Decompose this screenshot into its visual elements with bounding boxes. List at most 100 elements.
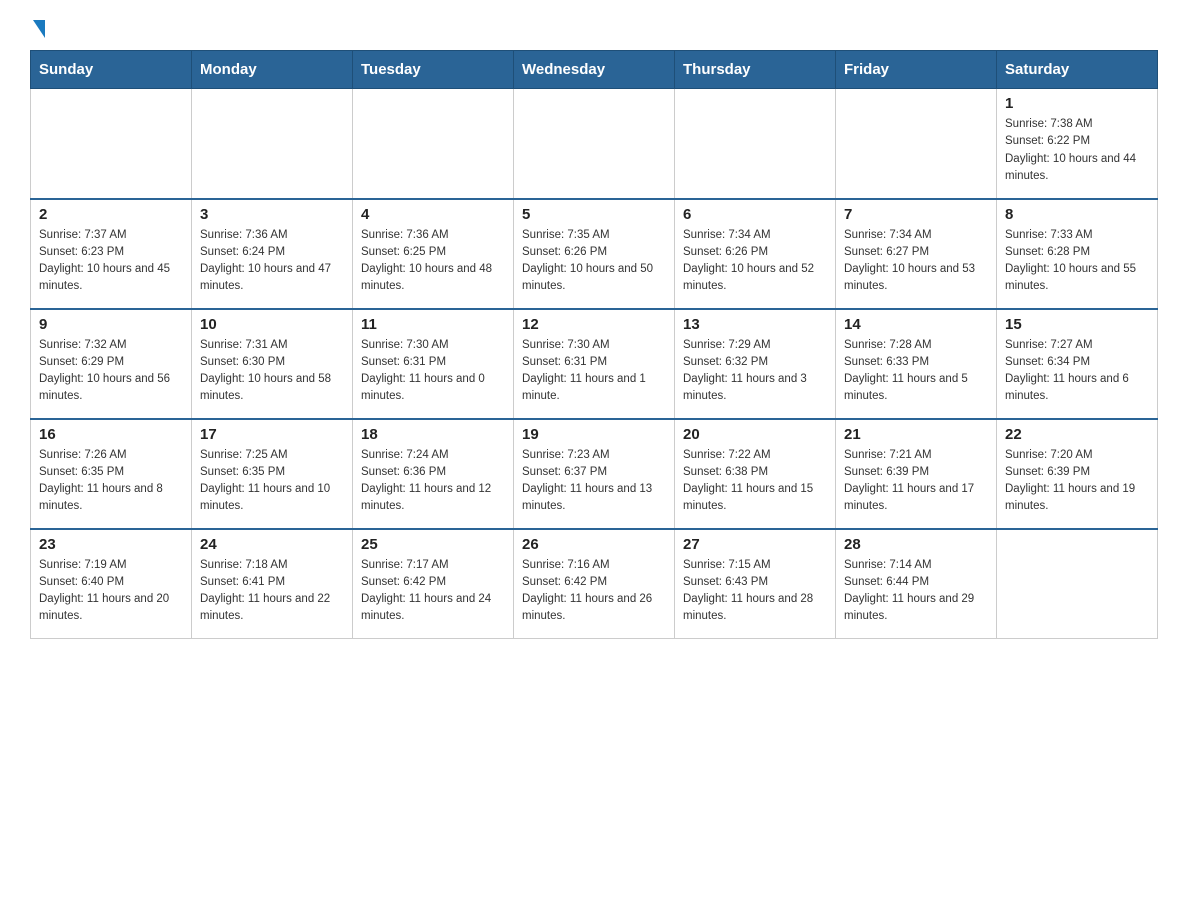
calendar-cell: 26 Sunrise: 7:16 AMSunset: 6:42 PMDayligh… — [514, 529, 675, 639]
day-number: 24 — [200, 536, 344, 553]
day-info: Sunrise: 7:21 AMSunset: 6:39 PMDaylight:… — [844, 447, 988, 516]
weekday-header-monday: Monday — [192, 51, 353, 89]
day-number: 19 — [522, 426, 666, 443]
calendar-cell: 12 Sunrise: 7:30 AMSunset: 6:31 PMDayligh… — [514, 309, 675, 419]
day-info: Sunrise: 7:32 AMSunset: 6:29 PMDaylight:… — [39, 337, 183, 406]
calendar-cell — [836, 89, 997, 199]
day-info: Sunrise: 7:14 AMSunset: 6:44 PMDaylight:… — [844, 557, 988, 626]
calendar-cell: 27Sunrise: 7:15 AMSunset: 6:43 PMDayligh… — [675, 529, 836, 639]
day-info: Sunrise: 7:36 AMSunset: 6:24 PMDaylight:… — [200, 227, 344, 296]
day-number: 18 — [361, 426, 505, 443]
calendar-cell — [353, 89, 514, 199]
day-info: Sunrise: 7:30 AMSunset: 6:31 PMDaylight:… — [361, 337, 505, 406]
calendar-cell: 18 Sunrise: 7:24 AMSunset: 6:36 PMDayligh… — [353, 419, 514, 529]
weekday-header-wednesday: Wednesday — [514, 51, 675, 89]
day-number: 2 — [39, 206, 183, 223]
calendar-cell: 11 Sunrise: 7:30 AMSunset: 6:31 PMDayligh… — [353, 309, 514, 419]
calendar-cell: 14 Sunrise: 7:28 AMSunset: 6:33 PMDayligh… — [836, 309, 997, 419]
calendar-cell: 19 Sunrise: 7:23 AMSunset: 6:37 PMDayligh… — [514, 419, 675, 529]
day-info: Sunrise: 7:16 AMSunset: 6:42 PMDaylight:… — [522, 557, 666, 626]
calendar-cell: 22 Sunrise: 7:20 AMSunset: 6:39 PMDayligh… — [997, 419, 1158, 529]
day-info: Sunrise: 7:37 AMSunset: 6:23 PMDaylight:… — [39, 227, 183, 296]
logo-arrow-icon — [33, 20, 45, 38]
day-number: 28 — [844, 536, 988, 553]
day-info: Sunrise: 7:24 AMSunset: 6:36 PMDaylight:… — [361, 447, 505, 516]
day-number: 8 — [1005, 206, 1149, 223]
day-number: 15 — [1005, 316, 1149, 333]
day-number: 6 — [683, 206, 827, 223]
week-row-2: 2 Sunrise: 7:37 AMSunset: 6:23 PMDaylight… — [31, 199, 1158, 309]
day-info: Sunrise: 7:33 AMSunset: 6:28 PMDaylight:… — [1005, 227, 1149, 296]
calendar-cell — [675, 89, 836, 199]
calendar-cell — [997, 529, 1158, 639]
day-number: 10 — [200, 316, 344, 333]
calendar-cell: 3 Sunrise: 7:36 AMSunset: 6:24 PMDaylight… — [192, 199, 353, 309]
calendar-cell: 28 Sunrise: 7:14 AMSunset: 6:44 PMDayligh… — [836, 529, 997, 639]
calendar-table: SundayMondayTuesdayWednesdayThursdayFrid… — [30, 50, 1158, 639]
calendar-cell: 10 Sunrise: 7:31 AMSunset: 6:30 PMDayligh… — [192, 309, 353, 419]
calendar-cell: 23 Sunrise: 7:19 AMSunset: 6:40 PMDayligh… — [31, 529, 192, 639]
day-number: 21 — [844, 426, 988, 443]
day-number: 3 — [200, 206, 344, 223]
day-info: Sunrise: 7:34 AMSunset: 6:26 PMDaylight:… — [683, 227, 827, 296]
calendar-cell: 24Sunrise: 7:18 AMSunset: 6:41 PMDayligh… — [192, 529, 353, 639]
day-info: Sunrise: 7:28 AMSunset: 6:33 PMDaylight:… — [844, 337, 988, 406]
day-number: 4 — [361, 206, 505, 223]
day-info: Sunrise: 7:34 AMSunset: 6:27 PMDaylight:… — [844, 227, 988, 296]
logo — [30, 20, 45, 30]
calendar-cell — [192, 89, 353, 199]
day-number: 20 — [683, 426, 827, 443]
logo-general-text — [30, 20, 45, 36]
calendar-cell: 21 Sunrise: 7:21 AMSunset: 6:39 PMDayligh… — [836, 419, 997, 529]
weekday-header-tuesday: Tuesday — [353, 51, 514, 89]
weekday-header-saturday: Saturday — [997, 51, 1158, 89]
day-info: Sunrise: 7:20 AMSunset: 6:39 PMDaylight:… — [1005, 447, 1149, 516]
day-number: 5 — [522, 206, 666, 223]
day-number: 13 — [683, 316, 827, 333]
calendar-cell: 1Sunrise: 7:38 AMSunset: 6:22 PMDaylight… — [997, 89, 1158, 199]
calendar-cell: 5Sunrise: 7:35 AMSunset: 6:26 PMDaylight… — [514, 199, 675, 309]
day-info: Sunrise: 7:26 AMSunset: 6:35 PMDaylight:… — [39, 447, 183, 516]
calendar-cell: 13 Sunrise: 7:29 AMSunset: 6:32 PMDayligh… — [675, 309, 836, 419]
day-info: Sunrise: 7:36 AMSunset: 6:25 PMDaylight:… — [361, 227, 505, 296]
day-number: 7 — [844, 206, 988, 223]
calendar-cell: 25Sunrise: 7:17 AMSunset: 6:42 PMDayligh… — [353, 529, 514, 639]
page-header — [30, 20, 1158, 30]
week-row-1: 1Sunrise: 7:38 AMSunset: 6:22 PMDaylight… — [31, 89, 1158, 199]
calendar-cell: 15 Sunrise: 7:27 AMSunset: 6:34 PMDayligh… — [997, 309, 1158, 419]
week-row-5: 23 Sunrise: 7:19 AMSunset: 6:40 PMDayligh… — [31, 529, 1158, 639]
calendar-cell — [514, 89, 675, 199]
day-info: Sunrise: 7:29 AMSunset: 6:32 PMDaylight:… — [683, 337, 827, 406]
weekday-header-row: SundayMondayTuesdayWednesdayThursdayFrid… — [31, 51, 1158, 89]
calendar-cell: 17 Sunrise: 7:25 AMSunset: 6:35 PMDayligh… — [192, 419, 353, 529]
day-info: Sunrise: 7:23 AMSunset: 6:37 PMDaylight:… — [522, 447, 666, 516]
calendar-cell: 2 Sunrise: 7:37 AMSunset: 6:23 PMDaylight… — [31, 199, 192, 309]
day-number: 27 — [683, 536, 827, 553]
day-info: Sunrise: 7:19 AMSunset: 6:40 PMDaylight:… — [39, 557, 183, 626]
calendar-cell: 16Sunrise: 7:26 AMSunset: 6:35 PMDayligh… — [31, 419, 192, 529]
day-number: 11 — [361, 316, 505, 333]
day-number: 9 — [39, 316, 183, 333]
day-info: Sunrise: 7:27 AMSunset: 6:34 PMDaylight:… — [1005, 337, 1149, 406]
calendar-cell: 6 Sunrise: 7:34 AMSunset: 6:26 PMDaylight… — [675, 199, 836, 309]
day-number: 17 — [200, 426, 344, 443]
day-number: 26 — [522, 536, 666, 553]
week-row-3: 9 Sunrise: 7:32 AMSunset: 6:29 PMDaylight… — [31, 309, 1158, 419]
weekday-header-thursday: Thursday — [675, 51, 836, 89]
day-info: Sunrise: 7:38 AMSunset: 6:22 PMDaylight:… — [1005, 116, 1149, 185]
weekday-header-sunday: Sunday — [31, 51, 192, 89]
calendar-cell: 9 Sunrise: 7:32 AMSunset: 6:29 PMDaylight… — [31, 309, 192, 419]
day-info: Sunrise: 7:30 AMSunset: 6:31 PMDaylight:… — [522, 337, 666, 406]
day-info: Sunrise: 7:25 AMSunset: 6:35 PMDaylight:… — [200, 447, 344, 516]
day-info: Sunrise: 7:22 AMSunset: 6:38 PMDaylight:… — [683, 447, 827, 516]
week-row-4: 16Sunrise: 7:26 AMSunset: 6:35 PMDayligh… — [31, 419, 1158, 529]
calendar-cell: 20 Sunrise: 7:22 AMSunset: 6:38 PMDayligh… — [675, 419, 836, 529]
calendar-cell: 8 Sunrise: 7:33 AMSunset: 6:28 PMDaylight… — [997, 199, 1158, 309]
calendar-cell — [31, 89, 192, 199]
calendar-cell: 4 Sunrise: 7:36 AMSunset: 6:25 PMDaylight… — [353, 199, 514, 309]
day-number: 22 — [1005, 426, 1149, 443]
day-number: 14 — [844, 316, 988, 333]
day-number: 23 — [39, 536, 183, 553]
day-number: 12 — [522, 316, 666, 333]
day-info: Sunrise: 7:31 AMSunset: 6:30 PMDaylight:… — [200, 337, 344, 406]
